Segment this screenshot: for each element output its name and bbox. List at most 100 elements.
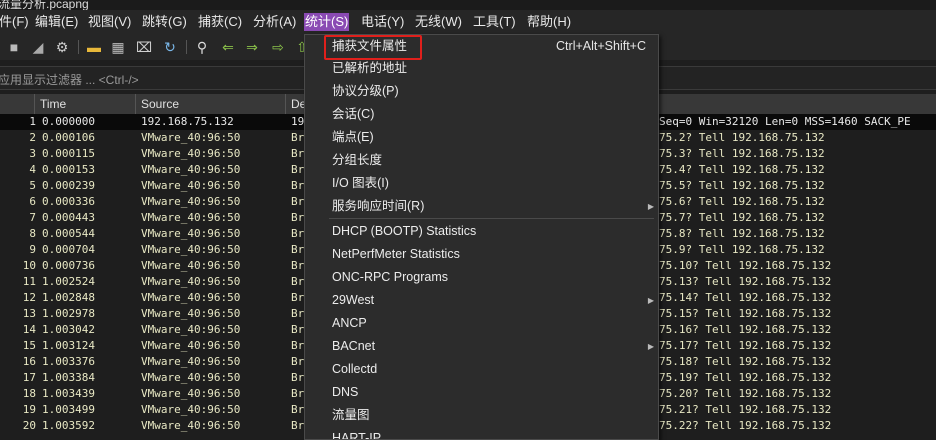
go-back-icon[interactable]: ⇐: [220, 39, 236, 55]
packet-source: VMware_40:96:50: [141, 323, 241, 336]
menu-wireless[interactable]: 无线(W): [414, 13, 463, 31]
packet-number: 8: [29, 227, 36, 240]
packet-number: 4: [29, 163, 36, 176]
menu-item-label: I/O 图表(I): [332, 176, 389, 190]
save-file-icon[interactable]: ▦: [110, 39, 126, 55]
display-filter-input[interactable]: 应用显示过滤器 ... <Ctrl-/>: [0, 71, 139, 88]
window-title: 流量分析.pcapng: [0, 0, 89, 10]
menu-separator: [329, 218, 654, 219]
packet-time: 1.003592: [42, 419, 95, 432]
menu-telephony[interactable]: 电话(Y): [360, 13, 405, 31]
menu-edit[interactable]: 编辑(E): [34, 13, 79, 31]
submenu-arrow-icon: ▶: [647, 296, 654, 305]
packet-number: 17: [22, 371, 36, 384]
column-time[interactable]: Time: [34, 94, 135, 114]
packet-source: VMware_40:96:50: [141, 195, 241, 208]
menu-help[interactable]: 帮助(H): [526, 13, 572, 31]
packet-time: 0.000239: [42, 179, 95, 192]
go-forward-icon[interactable]: ⇒: [244, 39, 260, 55]
packet-number: 10: [22, 259, 36, 272]
packet-source: VMware_40:96:50: [141, 371, 241, 384]
options-gear-icon[interactable]: ⚙: [54, 39, 70, 55]
column-source[interactable]: Source: [135, 94, 285, 114]
menu-statistics[interactable]: 统计(S): [304, 13, 350, 31]
go-to-packet-icon[interactable]: ⇨: [270, 39, 286, 55]
packet-source: VMware_40:96:50: [141, 387, 241, 400]
submenu-arrow-icon: ▶: [647, 202, 654, 211]
stats-protocol-hierarchy[interactable]: 协议分级(P): [305, 80, 658, 103]
menu-item-label: HART-IP: [332, 431, 382, 440]
packet-number: 7: [29, 211, 36, 224]
packet-time: 1.003042: [42, 323, 95, 336]
packet-destination: Br: [291, 291, 305, 304]
find-packet-icon[interactable]: ⚲: [194, 39, 210, 55]
packet-source: 192.168.75.132: [141, 115, 234, 128]
packet-info: 75.21? Tell 192.168.75.132: [659, 403, 832, 416]
packet-info: Seq=0 Win=32120 Len=0 MSS=1460 SACK_PE: [659, 115, 911, 128]
packet-source: VMware_40:96:50: [141, 275, 241, 288]
menu-analyze[interactable]: 分析(A): [252, 13, 297, 31]
packet-time: 1.003439: [42, 387, 95, 400]
packet-number: 1: [29, 115, 36, 128]
stats-resolved-addresses[interactable]: 已解析的地址: [305, 57, 658, 80]
reload-icon[interactable]: ↻: [162, 39, 178, 55]
packet-info: 75.7? Tell 192.168.75.132: [659, 211, 825, 224]
statistics-menu: 捕获文件属性 Ctrl+Alt+Shift+C 已解析的地址协议分级(P) 会话(C)…: [304, 34, 659, 440]
stats-endpoints[interactable]: 端点(E): [305, 126, 658, 149]
packet-number: 18: [22, 387, 36, 400]
packet-info: 75.3? Tell 192.168.75.132: [659, 147, 825, 160]
packet-source: VMware_40:96:50: [141, 243, 241, 256]
stats-ancp[interactable]: ANCP: [305, 312, 658, 335]
packet-destination: Br: [291, 195, 305, 208]
stats-hart-ip[interactable]: HART-IP: [305, 427, 658, 440]
packet-source: VMware_40:96:50: [141, 355, 241, 368]
stats-onc-rpc[interactable]: ONC-RPC Programs: [305, 266, 658, 289]
packet-info: 75.20? Tell 192.168.75.132: [659, 387, 832, 400]
stats-flow-graph[interactable]: 流量图: [305, 404, 658, 427]
menu-view[interactable]: 视图(V): [87, 13, 132, 31]
packet-destination: Br: [291, 355, 305, 368]
menu-tools[interactable]: 工具(T): [472, 13, 517, 31]
packet-source: VMware_40:96:50: [141, 179, 241, 192]
menu-go[interactable]: 跳转(G): [141, 13, 188, 31]
menu-item-label: 29West: [332, 293, 375, 307]
stats-29west[interactable]: 29West ▶: [305, 289, 658, 312]
packet-source: VMware_40:96:50: [141, 147, 241, 160]
menu-item-label: NetPerfMeter Statistics: [332, 247, 460, 261]
stats-collectd[interactable]: Collectd: [305, 358, 658, 381]
stats-io-graph[interactable]: I/O 图表(I): [305, 172, 658, 195]
stats-capture-file-properties[interactable]: 捕获文件属性 Ctrl+Alt+Shift+C: [305, 35, 658, 60]
stats-service-response-time[interactable]: 服务响应时间(R) ▶: [305, 195, 658, 218]
stats-dhcp[interactable]: DHCP (BOOTP) Statistics: [305, 220, 658, 243]
shark-fin-icon[interactable]: ◢: [30, 39, 46, 55]
stop-capture-icon[interactable]: ■: [6, 39, 22, 55]
stats-bacnet[interactable]: BACnet ▶: [305, 335, 658, 358]
packet-info: 75.14? Tell 192.168.75.132: [659, 291, 832, 304]
stats-netperfmeter[interactable]: NetPerfMeter Statistics: [305, 243, 658, 266]
packet-time: 0.000106: [42, 131, 95, 144]
packet-time: 0.000000: [42, 115, 95, 128]
packet-info: 75.22? Tell 192.168.75.132: [659, 419, 832, 432]
menu-item-label: 会话(C): [332, 107, 375, 121]
open-folder-icon[interactable]: ▬: [86, 39, 102, 55]
menu-item-label: 协议分级(P): [332, 84, 399, 98]
packet-number: 12: [22, 291, 36, 304]
close-file-icon[interactable]: ⌧: [136, 39, 152, 55]
packet-time: 1.003376: [42, 355, 95, 368]
packet-source: VMware_40:96:50: [141, 419, 241, 432]
packet-time: 0.000153: [42, 163, 95, 176]
stats-conversations[interactable]: 会话(C): [305, 103, 658, 126]
menu-capture[interactable]: 捕获(C): [197, 13, 243, 31]
column-no[interactable]: [0, 94, 34, 114]
packet-source: VMware_40:96:50: [141, 403, 241, 416]
packet-destination: Br: [291, 163, 305, 176]
packet-destination: Br: [291, 179, 305, 192]
packet-destination: Br: [291, 387, 305, 400]
packet-number: 3: [29, 147, 36, 160]
menu-item-label: 服务响应时间(R): [332, 199, 425, 213]
stats-packet-lengths[interactable]: 分组长度: [305, 149, 658, 172]
menu-file[interactable]: 件(F): [0, 13, 30, 31]
packet-destination: Br: [291, 211, 305, 224]
packet-info: 75.19? Tell 192.168.75.132: [659, 371, 832, 384]
stats-dns[interactable]: DNS: [305, 381, 658, 404]
